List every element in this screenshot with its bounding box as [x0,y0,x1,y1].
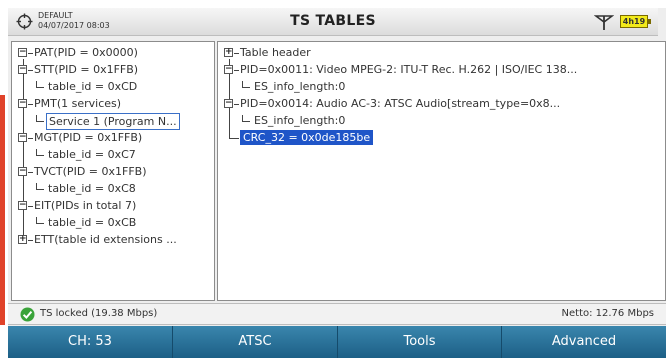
battery-indicator: 4h19 [620,15,651,28]
collapse-icon[interactable]: − [224,99,233,108]
collapse-icon[interactable]: − [18,167,27,176]
collapse-icon[interactable]: − [18,65,27,74]
table-detail-tree[interactable]: + Table header − PID=0x0011: Video MPEG-… [217,41,666,301]
tools-button[interactable]: Tools [338,326,502,358]
standard-button[interactable]: ATSC [173,326,338,358]
collapse-icon[interactable]: − [18,48,27,57]
channel-button[interactable]: CH: 53 [8,326,173,358]
app-window: DEFAULT 04/07/2017 08:03 TS TABLES 4h19 … [8,8,666,358]
title-bar: DEFAULT 04/07/2017 08:03 TS TABLES 4h19 [8,8,658,36]
tables-tree[interactable]: − PAT(PID = 0x0000) − STT(PID = 0x1FFB) … [11,41,215,301]
expand-icon[interactable]: + [224,48,233,57]
function-bar: CH: 53 ATSC Tools Advanced [8,326,666,358]
netto-bitrate: Netto: 12.76 Mbps [561,308,654,319]
collapse-icon[interactable]: − [18,99,27,108]
advanced-button[interactable]: Advanced [502,326,666,358]
side-accent [0,95,5,325]
collapse-icon[interactable]: − [18,133,27,142]
collapse-icon[interactable]: − [18,201,27,210]
tree-trunk [23,59,24,241]
antenna-icon [594,15,614,30]
selected-service[interactable]: Service 1 (Program N... [46,113,180,130]
page-title: TS TABLES [290,13,376,29]
ts-lock-status: TS locked (19.38 Mbps) [40,308,158,319]
status-bar: TS locked (19.38 Mbps) Netto: 12.76 Mbps [8,303,666,325]
check-icon [20,307,35,322]
expand-icon[interactable]: + [18,235,27,244]
collapse-icon[interactable]: − [224,65,233,74]
selected-crc[interactable]: CRC_32 = 0x0de185be [240,130,374,145]
